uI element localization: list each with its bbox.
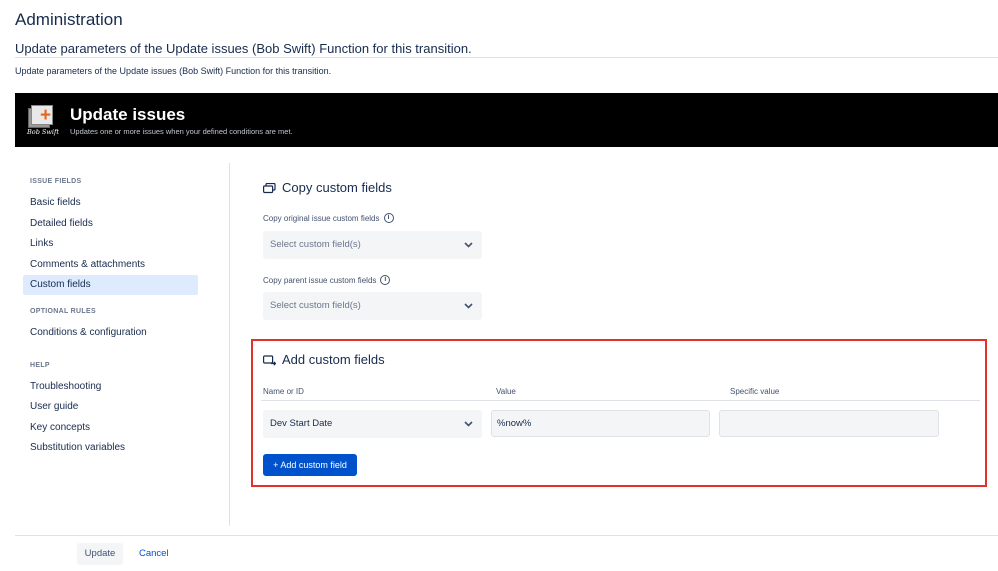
sidebar-item-links[interactable]: Links (23, 234, 198, 254)
sidebar-item-conditions[interactable]: Conditions & configuration (23, 323, 198, 343)
footer-divider (15, 535, 998, 536)
add-field-icon (263, 354, 277, 366)
custom-field-specific-value-input[interactable] (719, 410, 939, 437)
sidebar-item-comments-attachments[interactable]: Comments & attachments (23, 255, 198, 275)
header-divider (15, 57, 998, 58)
sidebar-divider (229, 163, 230, 526)
copy-parent-placeholder: Select custom field(s) (270, 300, 361, 311)
page-title: Administration (15, 10, 123, 29)
sidebar-item-basic-fields[interactable]: Basic fields (23, 193, 198, 213)
custom-field-name-value: Dev Start Date (270, 418, 333, 429)
cancel-link[interactable]: Cancel (139, 543, 169, 565)
custom-field-name-select[interactable]: Dev Start Date (263, 410, 482, 438)
copy-original-label-text: Copy original issue custom fields (263, 213, 380, 223)
update-button[interactable]: Update (77, 543, 123, 565)
copy-section-title-text: Copy custom fields (282, 180, 392, 195)
sidebar-item-user-guide[interactable]: User guide (23, 397, 198, 417)
logo-text: Bob Swift (27, 128, 60, 136)
column-header-divider (261, 400, 980, 401)
column-header-name: Name or ID (263, 387, 304, 396)
page-heading: Update parameters of the Update issues (… (15, 41, 472, 56)
chevron-down-icon (464, 231, 473, 271)
sidebar-item-substitution-variables[interactable]: Substitution variables (23, 438, 198, 458)
info-icon[interactable]: i (383, 213, 394, 223)
bob-swift-logo: + Bob Swift (27, 105, 60, 136)
copy-original-select[interactable]: Select custom field(s) (263, 231, 482, 259)
copy-parent-label-text: Copy parent issue custom fields (263, 275, 377, 285)
function-banner: + Bob Swift Update issues Updates one or… (15, 93, 998, 147)
copy-icon (263, 182, 276, 194)
chevron-down-icon (464, 410, 473, 450)
info-icon[interactable]: i (380, 275, 391, 285)
copy-parent-label: Copy parent issue custom fields i (263, 275, 391, 285)
sidebar-heading-help: HELP (30, 361, 50, 369)
add-custom-field-button[interactable]: + Add custom field (263, 454, 357, 476)
sidebar-nav: ISSUE FIELDS Basic fields Detailed field… (23, 176, 198, 459)
copy-original-placeholder: Select custom field(s) (270, 239, 361, 250)
sidebar-item-detailed-fields[interactable]: Detailed fields (23, 214, 198, 234)
sidebar-item-custom-fields[interactable]: Custom fields (23, 275, 198, 296)
add-section-title: Add custom fields (263, 352, 385, 367)
sidebar-heading-optional-rules: OPTIONAL RULES (30, 307, 96, 315)
sidebar-item-key-concepts[interactable]: Key concepts (23, 418, 198, 438)
page-description: Update parameters of the Update issues (… (15, 66, 332, 76)
add-section-title-text: Add custom fields (282, 352, 385, 367)
copy-section-title: Copy custom fields (263, 180, 392, 195)
banner-subtitle: Updates one or more issues when your def… (70, 127, 293, 136)
sidebar-item-troubleshooting[interactable]: Troubleshooting (23, 377, 198, 397)
copy-original-label: Copy original issue custom fields i (263, 213, 394, 223)
custom-field-value-input[interactable]: %now% (491, 410, 710, 437)
column-header-value: Value (496, 387, 516, 396)
chevron-down-icon (464, 292, 473, 332)
copy-parent-select[interactable]: Select custom field(s) (263, 292, 482, 320)
banner-title: Update issues (70, 105, 186, 124)
column-header-specific-value: Specific value (730, 387, 780, 396)
sidebar-heading-issue-fields: ISSUE FIELDS (30, 178, 82, 185)
